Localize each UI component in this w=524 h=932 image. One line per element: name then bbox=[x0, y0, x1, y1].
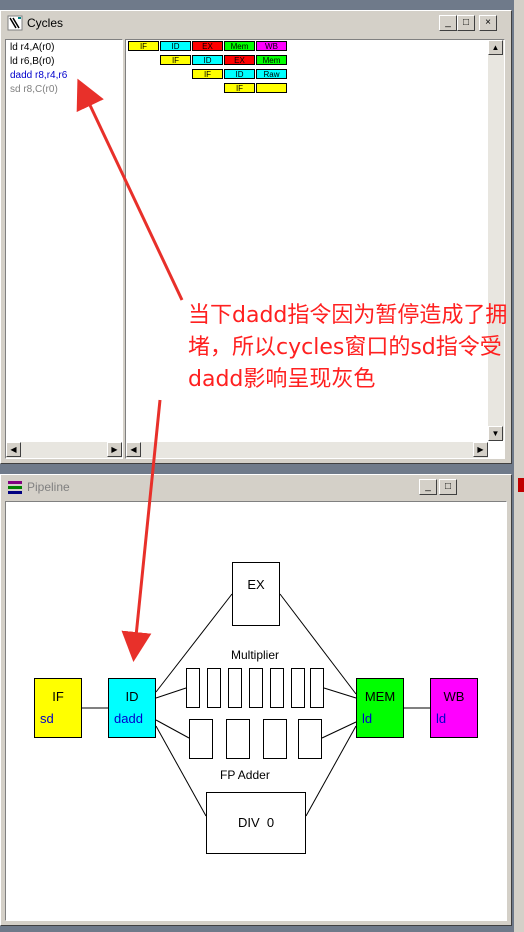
stage-if: IF sd bbox=[34, 678, 82, 738]
stage-cell: IF bbox=[224, 83, 255, 93]
div-unit: DIV 0 bbox=[206, 792, 306, 854]
stage-id: ID dadd bbox=[108, 678, 156, 738]
annotation-text: 当下dadd指令因为暂停造成了拥堵，所以cycles窗口的sd指令受dadd影响… bbox=[188, 303, 508, 392]
stage-cell: IF bbox=[128, 41, 159, 51]
background-window-red-marker bbox=[518, 478, 524, 492]
multiplier-stage bbox=[249, 668, 263, 708]
fp-adder-label: FP Adder bbox=[220, 768, 270, 782]
stage-if-name: IF bbox=[52, 689, 64, 704]
background-window-edge bbox=[514, 0, 524, 932]
stage-cell: IF bbox=[160, 55, 191, 65]
fp-adder-stage bbox=[263, 719, 287, 759]
cycles-window-icon bbox=[7, 15, 23, 31]
multiplier-label: Multiplier bbox=[231, 648, 280, 662]
pipeline-canvas: IF sd ID dadd EX Multiplier FP Adder DIV… bbox=[5, 501, 507, 921]
instruction-line[interactable]: dadd r8,r4,r6 bbox=[10, 70, 67, 81]
pipeline-window-icon bbox=[8, 481, 22, 494]
grid-scroll-right-button[interactable]: ▶ bbox=[473, 442, 488, 457]
stage-if-instr: sd bbox=[40, 711, 54, 726]
grid-scroll-left-button[interactable]: ◀ bbox=[126, 442, 141, 457]
stage-wb-name: WB bbox=[443, 689, 465, 704]
grid-hscrollbar[interactable] bbox=[126, 442, 488, 458]
instruction-hscrollbar[interactable] bbox=[6, 442, 122, 458]
cycles-titlebar[interactable]: Cycles _ □ × bbox=[3, 13, 509, 33]
stage-cell: Mem bbox=[256, 55, 287, 65]
stage-cell: EX bbox=[192, 41, 223, 51]
pipeline-titlebar[interactable]: Pipeline _ □ bbox=[3, 477, 509, 497]
ex-unit-label: EX bbox=[247, 577, 265, 592]
stage-wb: WB ld bbox=[430, 678, 478, 738]
pipeline-title: Pipeline bbox=[27, 480, 70, 494]
cycles-title: Cycles bbox=[27, 16, 64, 30]
instruction-line[interactable]: ld r4,A(r0) bbox=[10, 42, 54, 53]
stage-cell: Raw bbox=[256, 69, 287, 79]
scroll-down-button[interactable]: ▼ bbox=[488, 426, 503, 441]
cycles-minimize-button[interactable]: _ bbox=[439, 15, 457, 31]
stage-cell: IF bbox=[192, 69, 223, 79]
multiplier-stage bbox=[207, 668, 221, 708]
div-unit-label: DIV 0 bbox=[237, 815, 275, 830]
stage-cell: ID bbox=[160, 41, 191, 51]
stage-id-instr: dadd bbox=[114, 711, 143, 726]
instruction-line[interactable]: sd r8,C(r0) bbox=[10, 84, 58, 95]
cycles-close-button[interactable]: × bbox=[479, 15, 497, 31]
fp-adder-stage bbox=[226, 719, 250, 759]
stage-cell: ID bbox=[192, 55, 223, 65]
stage-cell: WB bbox=[256, 41, 287, 51]
fp-adder-stage bbox=[298, 719, 322, 759]
stage-mem-instr: ld bbox=[362, 711, 373, 726]
scroll-up-button[interactable]: ▲ bbox=[488, 40, 503, 55]
cycles-instruction-pane[interactable]: ld r4,A(r0) ld r6,B(r0) dadd r8,r4,r6 sd… bbox=[5, 39, 123, 459]
fp-adder-stage bbox=[189, 719, 213, 759]
stage-wb-instr: ld bbox=[436, 711, 447, 726]
scroll-right-button[interactable]: ▶ bbox=[107, 442, 122, 457]
ex-unit: EX bbox=[232, 562, 280, 626]
multiplier-stage bbox=[310, 668, 324, 708]
cycles-stage-grid-pane[interactable]: IF ID EX Mem WB IF ID EX Mem IF ID Raw IF ▲ ▼ ◀ ▶ bbox=[125, 39, 505, 459]
multiplier-stage bbox=[270, 668, 284, 708]
instruction-line[interactable]: ld r6,B(r0) bbox=[10, 56, 54, 67]
stage-id-name: ID bbox=[125, 689, 139, 704]
stage-cell: Mem bbox=[224, 41, 255, 51]
cycles-maximize-button[interactable]: □ bbox=[457, 15, 475, 31]
multiplier-stage bbox=[186, 668, 200, 708]
stage-cell: EX bbox=[224, 55, 255, 65]
stage-mem: MEM ld bbox=[356, 678, 404, 738]
pipeline-window: Pipeline _ □ IF sd ID dadd EX Multiplier… bbox=[0, 474, 512, 926]
multiplier-stage bbox=[291, 668, 305, 708]
stage-cell bbox=[256, 83, 287, 93]
pipeline-minimize-button[interactable]: _ bbox=[419, 479, 437, 495]
multiplier-stage bbox=[228, 668, 242, 708]
scroll-left-button[interactable]: ◀ bbox=[6, 442, 21, 457]
stage-mem-name: MEM bbox=[364, 689, 396, 704]
stage-cell: ID bbox=[224, 69, 255, 79]
pipeline-maximize-button[interactable]: □ bbox=[439, 479, 457, 495]
